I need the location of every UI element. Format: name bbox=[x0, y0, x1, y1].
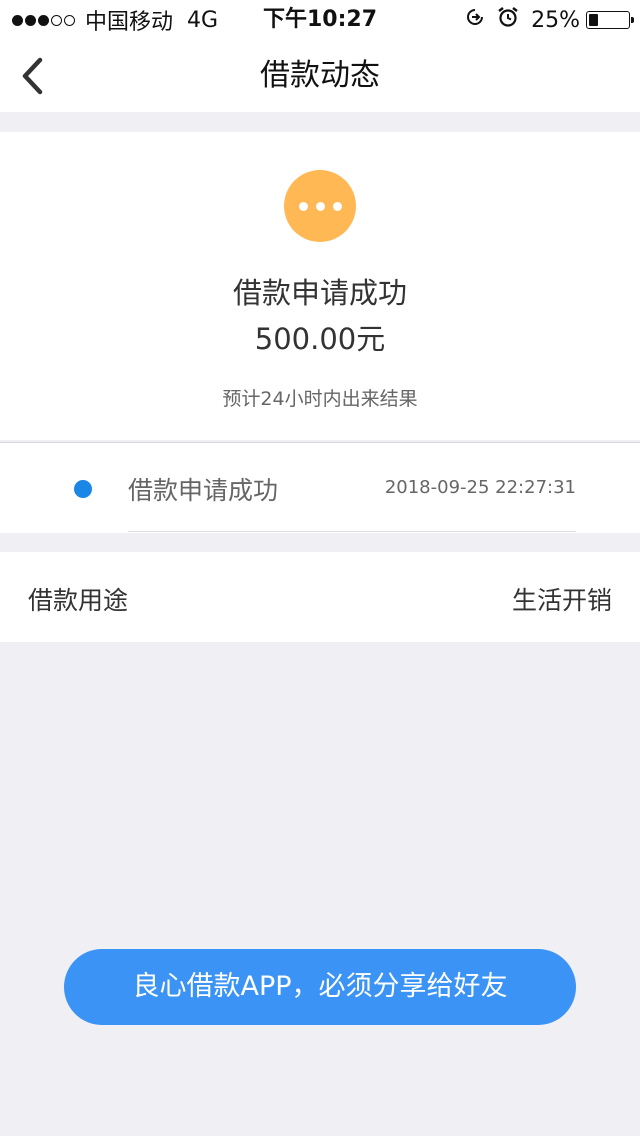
purpose-value: 生活开销 bbox=[511, 586, 612, 615]
status-title: 借款申请成功 bbox=[232, 276, 407, 310]
pending-dots-icon bbox=[284, 170, 356, 242]
loan-timeline: 借款申请成功 2018-09-25 22:27:31 bbox=[0, 442, 640, 533]
status-bar-right: 25% bbox=[465, 6, 634, 35]
alarm-icon bbox=[497, 6, 519, 35]
orientation-lock-icon bbox=[465, 6, 485, 34]
loan-amount: 500.00元 bbox=[254, 322, 386, 356]
battery-icon bbox=[586, 11, 634, 29]
timeline-divider bbox=[128, 531, 576, 532]
loan-purpose-row: 借款用途 生活开销 bbox=[0, 552, 640, 642]
page-title: 借款动态 bbox=[260, 58, 380, 93]
loan-status-card: 借款申请成功 500.00元 预计24小时内出来结果 bbox=[0, 132, 640, 440]
status-hint: 预计24小时内出来结果 bbox=[222, 388, 418, 410]
nav-bar: 借款动态 bbox=[0, 40, 640, 112]
purpose-label: 借款用途 bbox=[28, 586, 129, 615]
timeline-dot-icon bbox=[74, 480, 92, 498]
status-bar: 中国移动 4G 下午10:27 25% bbox=[0, 0, 640, 40]
battery-percent: 25% bbox=[531, 7, 580, 33]
timeline-label: 借款申请成功 bbox=[128, 476, 279, 505]
timeline-time: 2018-09-25 22:27:31 bbox=[384, 477, 576, 498]
share-button[interactable]: 良心借款APP，必须分享给好友 bbox=[64, 949, 576, 1025]
